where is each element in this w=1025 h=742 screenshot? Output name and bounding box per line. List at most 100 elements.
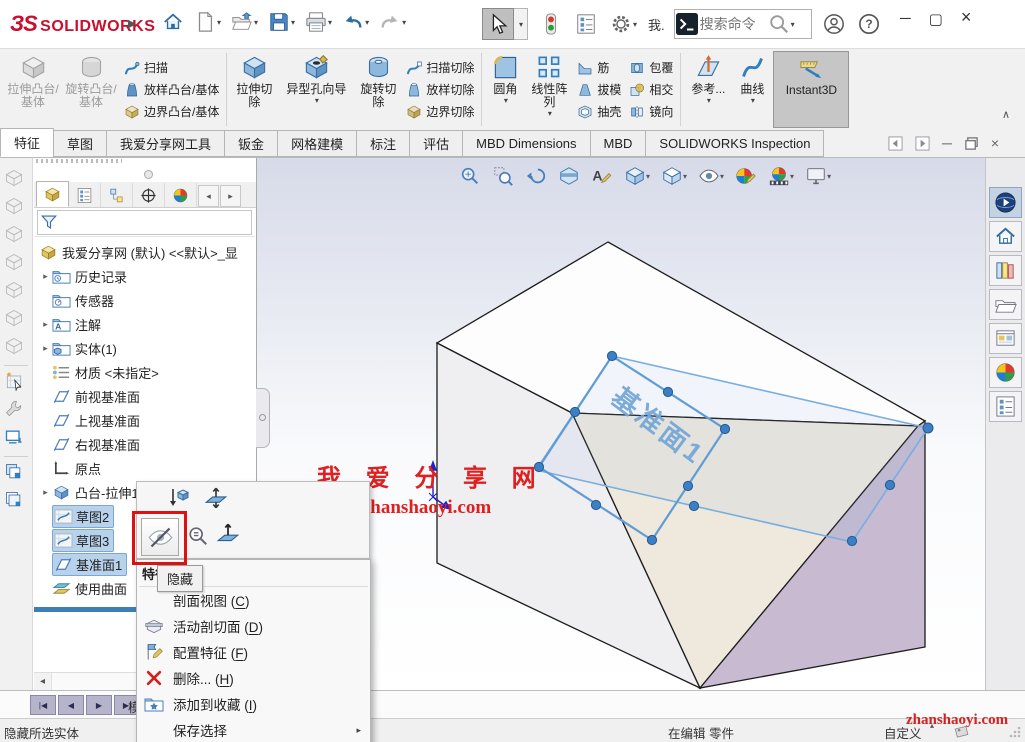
select-cursor-button[interactable]	[482, 8, 514, 40]
menu-item-保存选择[interactable]: 保存选择▸	[137, 717, 370, 742]
zoom-area-button[interactable]	[490, 163, 516, 189]
display-style-dropdown-arrow[interactable]: ▾	[683, 172, 687, 181]
ribbon-button-fillet[interactable]: 圆角▾	[486, 51, 524, 128]
tab-钣金[interactable]: 钣金	[224, 130, 278, 157]
tab-评估[interactable]: 评估	[409, 130, 463, 157]
configurationmanager-tab[interactable]	[101, 183, 133, 207]
tab-草图[interactable]: 草图	[53, 130, 107, 157]
tree-item-注解[interactable]: ▸A注解	[34, 312, 255, 336]
view-settings-dropdown-arrow[interactable]: ▾	[827, 172, 831, 181]
solidworks-resources-button[interactable]	[989, 187, 1022, 218]
ribbon-button-boundary[interactable]: 边界凸台/基体	[124, 101, 219, 122]
ribbon-button-boundary-cut[interactable]: 边界切除	[406, 101, 474, 122]
next-tab-icon[interactable]: ▶	[86, 695, 112, 715]
ribbon-button-linear-pattern[interactable]: 线性阵列▾	[526, 51, 572, 128]
propertymanager-tab[interactable]	[69, 183, 101, 207]
prev-tab-icon[interactable]: ◀	[58, 695, 84, 715]
ribbon-button-curves[interactable]: 曲线▾	[733, 51, 771, 128]
minimize-doc-icon[interactable]: ─	[942, 135, 952, 151]
options-gear-button[interactable]: ▾	[608, 11, 639, 37]
view-settings-button[interactable]: ▾	[803, 163, 833, 189]
menu-item-活动剖切面[interactable]: 活动剖切面 (D)	[137, 613, 370, 639]
layers-icon[interactable]	[4, 462, 28, 486]
normal-to-icon[interactable]	[203, 485, 229, 511]
ribbon-button-shell[interactable]: 抽壳	[577, 101, 621, 122]
save-button[interactable]: ▾	[266, 9, 297, 35]
redo-button[interactable]: ▾	[377, 9, 408, 35]
zoom-fit-button[interactable]	[457, 163, 483, 189]
menu-flyout-arrow-icon[interactable]: ▶	[128, 17, 136, 30]
fillet-dropdown-arrow[interactable]: ▾	[504, 96, 508, 105]
tree-item-材质 <未指定>[interactable]: 材质 <未指定>	[34, 360, 255, 384]
task-list-button[interactable]	[573, 11, 599, 37]
tree-filter-input[interactable]	[37, 210, 252, 235]
menu-item-配置特征[interactable]: 配置特征 (F)	[137, 639, 370, 665]
search-dropdown-arrow[interactable]: ▾	[791, 20, 795, 29]
ribbon-button-reference[interactable]: 参考...▾	[685, 51, 731, 128]
ribbon-button-rib[interactable]: 筋	[577, 57, 621, 78]
new-file-dropdown-arrow[interactable]: ▾	[217, 18, 221, 27]
view-palette-button[interactable]	[989, 323, 1022, 354]
restore-doc-icon[interactable]	[964, 135, 979, 150]
appearances-button[interactable]	[989, 357, 1022, 388]
addin-menu-truncated[interactable]: 我.	[648, 15, 665, 34]
dimxpertmanager-tab[interactable]	[133, 183, 165, 207]
expand-arrow-icon[interactable]: ▸	[39, 271, 52, 282]
first-tab-icon[interactable]: |◀	[30, 695, 56, 715]
scroll-left-icon[interactable]: ◂	[34, 673, 51, 689]
hole-wizard-dropdown-arrow[interactable]: ▾	[315, 96, 319, 105]
new-file-button[interactable]: ▾	[192, 9, 223, 35]
options-dropdown-arrow[interactable]: ▾	[633, 20, 637, 29]
tab-SOLIDWORKS Inspection[interactable]: SOLIDWORKS Inspection	[645, 130, 824, 157]
hide-show-items-button[interactable]: ▾	[696, 163, 726, 189]
manager-tab-scroll-left-icon[interactable]: ◂	[198, 185, 219, 207]
tree-item-前视基准面[interactable]: 前视基准面	[34, 384, 255, 408]
screen-icon[interactable]	[4, 427, 28, 451]
search-input[interactable]	[698, 15, 768, 33]
tree-item-传感器[interactable]: 传感器	[34, 288, 255, 312]
ribbon-button-sweep[interactable]: 扫描	[124, 57, 219, 78]
home-pane-button[interactable]	[989, 221, 1022, 252]
hide-show-items-dropdown-arrow[interactable]: ▾	[720, 172, 724, 181]
menu-item-添加到收藏[interactable]: 添加到收藏 (I)	[137, 691, 370, 717]
tab-MBD[interactable]: MBD	[590, 130, 647, 157]
ribbon-button-revolve-boss[interactable]: 旋转凸台/基体	[63, 51, 119, 128]
layers-alt-icon[interactable]	[4, 490, 28, 514]
isolate-icon[interactable]	[167, 486, 191, 510]
wrench-icon[interactable]	[4, 399, 28, 423]
normal-to-plane-icon[interactable]	[215, 520, 241, 546]
expand-arrow-icon[interactable]: ▸	[39, 487, 52, 498]
dock-right-icon[interactable]	[915, 135, 930, 150]
ribbon-button-wrap[interactable]: 包覆	[629, 57, 673, 78]
panel-splitter-flap[interactable]	[256, 388, 270, 448]
ribbon-button-mirror[interactable]: 镜向	[629, 101, 673, 122]
undo-dropdown-arrow[interactable]: ▾	[365, 18, 369, 27]
featuremanager-tab[interactable]	[36, 181, 69, 207]
manager-tab-scroll-right-icon[interactable]: ▸	[220, 185, 241, 207]
view-cube-icon[interactable]	[4, 336, 28, 360]
ribbon-button-sweep-cut[interactable]: 扫描切除	[406, 57, 474, 78]
view-orientation-dropdown-arrow[interactable]: ▾	[646, 172, 650, 181]
zoom-to-selection-icon[interactable]	[187, 525, 209, 547]
annotation-view-button[interactable]: A	[589, 163, 615, 189]
tree-item-我爱分享网 (默认) <<默认>_显[interactable]: 我爱分享网 (默认) <<默认>_显	[34, 240, 255, 264]
view-cube-icon[interactable]	[4, 168, 28, 192]
sketch-tool-icon[interactable]	[4, 371, 28, 395]
view-cube-icon[interactable]	[4, 280, 28, 304]
apply-scene-dropdown-arrow[interactable]: ▾	[790, 172, 794, 181]
edit-appearance-button[interactable]	[733, 163, 759, 189]
apply-scene-button[interactable]: ▾	[766, 163, 796, 189]
view-cube-icon[interactable]	[4, 224, 28, 248]
expand-arrow-icon[interactable]: ▸	[39, 343, 52, 354]
ribbon-collapse-icon[interactable]: ∧	[1002, 108, 1010, 121]
dock-left-icon[interactable]	[888, 135, 903, 150]
ribbon-button-extrude-cut[interactable]: 拉伸切除	[231, 51, 277, 128]
view-cube-icon[interactable]	[4, 196, 28, 220]
close-doc-icon[interactable]: ×	[991, 135, 999, 151]
menu-item-删除...[interactable]: 删除... (H)	[137, 665, 370, 691]
tab-网格建模[interactable]: 网格建模	[277, 130, 357, 157]
open-file-dropdown-arrow[interactable]: ▾	[254, 18, 258, 27]
performance-button[interactable]	[538, 11, 564, 37]
section-view-button[interactable]	[556, 163, 582, 189]
ribbon-button-loft-cut[interactable]: 放样切除	[406, 79, 474, 100]
